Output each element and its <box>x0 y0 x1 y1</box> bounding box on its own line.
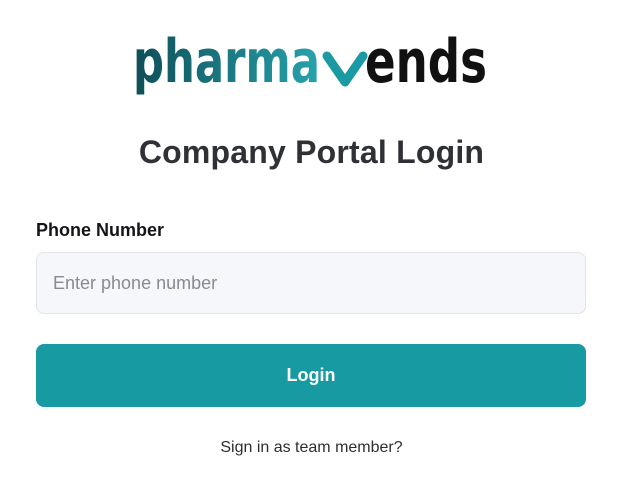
phone-number-input[interactable] <box>36 252 586 314</box>
team-member-signin-link[interactable]: Sign in as team member? <box>0 439 623 457</box>
login-button[interactable]: Login <box>36 344 586 407</box>
pharmavends-logo: pharma ends <box>133 30 493 104</box>
page-title: Company Portal Login <box>138 134 485 170</box>
logo-text-ends: ends <box>365 30 487 97</box>
phone-number-label: Phone Number <box>36 220 165 240</box>
logo-wordmark: pharma ends <box>133 30 487 97</box>
logo-text-pharma: pharma <box>133 30 320 97</box>
logo-v-mark <box>322 51 368 87</box>
login-page: pharma ends Company Portal Login Phone N… <box>0 0 623 498</box>
